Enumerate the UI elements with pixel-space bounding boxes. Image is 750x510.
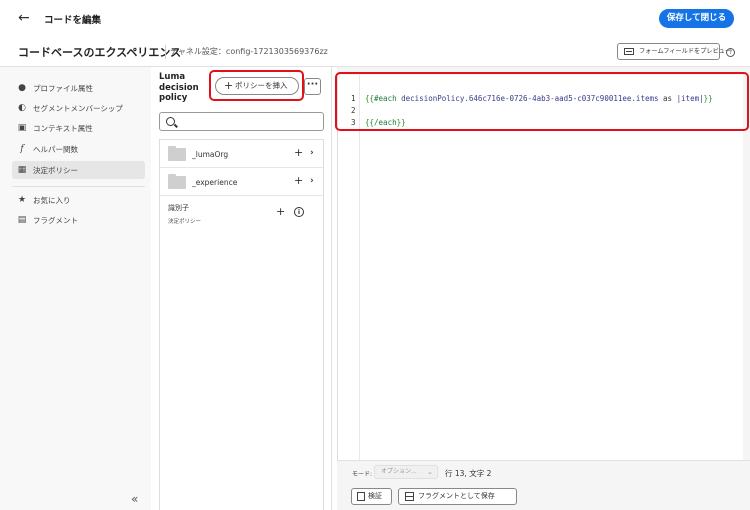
page-title: コードを編集 <box>44 15 102 26</box>
sidebar-item-context-attributes[interactable]: ▣ コンテキスト属性 <box>12 119 145 137</box>
help-icon[interactable]: ? <box>726 48 735 57</box>
sidebar-item-label: 決定ポリシー <box>33 166 78 175</box>
sidebar-item-label: コンテキスト属性 <box>33 124 93 133</box>
person-icon: ● <box>18 83 26 93</box>
left-sidebar: ● プロファイル属性 ◐ セグメントメンバーシップ ▣ コンテキスト属性 f ヘ… <box>0 67 151 510</box>
fragment-icon <box>405 492 414 501</box>
sidebar-item-label: プロファイル属性 <box>33 84 93 93</box>
collapse-left-icon[interactable]: « <box>131 492 138 506</box>
mode-select-value: オプション... <box>381 468 417 475</box>
function-icon: f <box>20 144 24 154</box>
save-as-fragment-button[interactable]: フラグメントとして保存 <box>398 488 517 505</box>
sidebar-item-profile-attributes[interactable]: ● プロファイル属性 <box>12 79 145 97</box>
chevron-right-icon[interactable]: › <box>310 175 314 187</box>
sidebar-item-fragments[interactable]: ▤ フラグメント <box>12 211 145 229</box>
preview-icon <box>624 48 634 55</box>
sidebar-item-segment-membership[interactable]: ◐ セグメントメンバーシップ <box>12 99 145 117</box>
info-icon[interactable]: i <box>294 207 304 217</box>
channel-config-label: チャネル設定：config-1721303569376zz <box>170 47 328 56</box>
segment-icon: ◐ <box>18 103 26 113</box>
folder-icon <box>168 146 186 161</box>
search-input[interactable] <box>159 112 324 131</box>
search-icon <box>166 117 175 126</box>
code-editor[interactable]: 1 {{#each decisionPolicy.646c716e-0726-4… <box>337 75 743 460</box>
preview-form-fields-button[interactable]: フォームフィールドをプレビュー <box>617 43 731 60</box>
decision-policy-icon: ▦ <box>17 165 27 175</box>
list-item-label: _experience <box>192 178 238 187</box>
identifier-item[interactable]: 識別子 決定ポリシー + i <box>160 196 323 230</box>
save-and-close-button[interactable]: 保存して閉じる <box>659 9 734 28</box>
arrow-left-icon[interactable]: ← <box>18 10 34 26</box>
identifier-sublabel: 決定ポリシー <box>168 219 202 225</box>
context-icon: ▣ <box>17 123 27 133</box>
identifier-label: 識別子 <box>168 204 189 212</box>
save-as-fragment-label: フラグメントとして保存 <box>418 492 495 500</box>
editor-footer: 検証 フラグメントとして保存 <box>337 484 750 510</box>
list-item[interactable]: _lumaOrg + › <box>160 140 323 168</box>
add-icon[interactable]: + <box>294 147 303 159</box>
highlight-box <box>209 70 304 101</box>
divider <box>12 186 145 187</box>
policy-panel-title: Luma decision policy <box>159 72 199 103</box>
star-icon: ★ <box>17 195 27 205</box>
highlight-box <box>335 72 749 131</box>
divider <box>165 45 166 59</box>
fragment-icon: ▤ <box>17 215 27 225</box>
divider <box>331 67 332 510</box>
sidebar-item-decision-policy[interactable]: ▦ 決定ポリシー <box>12 161 145 179</box>
sidebar-item-helper-functions[interactable]: f ヘルパー関数 <box>12 140 145 158</box>
validate-label: 検証 <box>368 492 382 500</box>
decision-policy-panel: Luma decision policy + ポリシーを挿入 ··· _luma… <box>151 67 331 510</box>
sidebar-item-label: お気に入り <box>33 196 71 205</box>
validate-button[interactable]: 検証 <box>351 488 392 505</box>
sidebar-item-favorites[interactable]: ★ お気に入り <box>12 191 145 209</box>
validate-icon <box>357 492 365 501</box>
sidebar-item-label: セグメントメンバーシップ <box>33 104 123 113</box>
line-gutter <box>338 75 360 460</box>
cursor-position: 行 13, 文字 2 <box>445 469 492 478</box>
mode-label: モード: <box>352 471 373 478</box>
folder-icon <box>168 174 186 189</box>
more-options-button[interactable]: ··· <box>304 78 321 95</box>
policy-attribute-list: _lumaOrg + › _experience + › 識別子 決定ポリシー … <box>159 139 324 510</box>
chevron-down-icon: ⌄ <box>427 468 433 476</box>
add-icon[interactable]: + <box>276 206 285 218</box>
sidebar-item-label: フラグメント <box>33 216 78 225</box>
mode-select[interactable]: オプション... ⌄ <box>374 465 438 479</box>
editor-status-bar: モード: オプション... ⌄ 行 13, 文字 2 <box>337 460 750 484</box>
add-icon[interactable]: + <box>294 175 303 187</box>
sub-header: コードベースのエクスペリエンス チャネル設定：config-1721303569… <box>0 36 750 67</box>
top-bar: ← コードを編集 保存して閉じる <box>0 0 750 36</box>
sidebar-item-label: ヘルパー関数 <box>33 145 78 154</box>
chevron-right-icon[interactable]: › <box>310 147 314 159</box>
list-item-label: _lumaOrg <box>192 150 229 159</box>
list-item[interactable]: _experience + › <box>160 168 323 196</box>
experience-title: コードベースのエクスペリエンス <box>18 46 182 59</box>
preview-button-label: フォームフィールドをプレビュー <box>639 48 732 55</box>
